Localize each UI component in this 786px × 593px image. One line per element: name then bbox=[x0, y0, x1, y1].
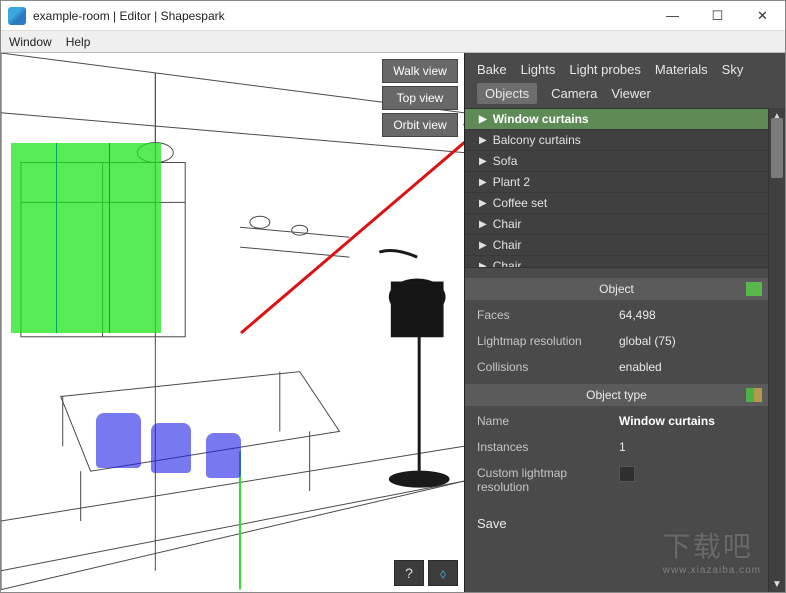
tree-item-label: Window curtains bbox=[493, 112, 589, 126]
section-object-header: Object bbox=[465, 278, 768, 300]
tree-item[interactable]: ▶ Chair bbox=[465, 235, 768, 256]
checkbox-icon[interactable] bbox=[619, 466, 635, 482]
cube-icon[interactable]: ⬨ bbox=[428, 560, 458, 586]
scene-chair bbox=[206, 433, 241, 478]
help-icon[interactable]: ? bbox=[394, 560, 424, 586]
close-button[interactable]: ✕ bbox=[740, 1, 785, 31]
orbit-view-button[interactable]: Orbit view bbox=[382, 113, 458, 137]
caret-icon: ▶ bbox=[479, 114, 487, 125]
menu-window[interactable]: Window bbox=[9, 35, 52, 49]
tab-sky[interactable]: Sky bbox=[722, 62, 744, 77]
window-title: example-room | Editor | Shapespark bbox=[33, 9, 650, 23]
tab-lights[interactable]: Lights bbox=[521, 62, 556, 77]
tree-item[interactable]: ▶ Chair bbox=[465, 256, 768, 268]
lightmap-label: Lightmap resolution bbox=[477, 334, 619, 348]
top-view-button[interactable]: Top view bbox=[382, 86, 458, 110]
save-button[interactable]: Save bbox=[477, 516, 507, 531]
tabs-row-2: Objects Camera Viewer bbox=[465, 81, 785, 108]
section-type-header: Object type bbox=[465, 384, 768, 406]
tree-item-label: Plant 2 bbox=[493, 175, 530, 189]
custom-lightmap-label: Custom lightmap resolution bbox=[477, 466, 619, 494]
walk-view-button[interactable]: Walk view bbox=[382, 59, 458, 83]
lightmap-value[interactable]: global (75) bbox=[619, 334, 761, 348]
tab-materials[interactable]: Materials bbox=[655, 62, 708, 77]
caret-icon: ▶ bbox=[479, 177, 487, 188]
tree-item-selected[interactable]: ▶ Window curtains bbox=[465, 109, 768, 130]
instances-value: 1 bbox=[619, 440, 761, 454]
minimize-button[interactable]: — bbox=[650, 1, 695, 31]
tree-item-label: Chair bbox=[493, 217, 522, 231]
tree-item-label: Chair bbox=[493, 259, 522, 268]
scrollbar[interactable]: ▲ ▼ bbox=[768, 108, 785, 592]
app-icon bbox=[8, 7, 26, 25]
scene-chair bbox=[96, 413, 141, 468]
faces-value: 64,498 bbox=[619, 308, 761, 322]
panel-body: ▶ Window curtains ▶ Balcony curtains ▶ Sofa… bbox=[465, 108, 785, 592]
name-value[interactable]: Window curtains bbox=[619, 414, 761, 428]
type-color-swatch[interactable] bbox=[746, 388, 762, 402]
custom-lightmap-checkbox[interactable] bbox=[619, 466, 761, 494]
object-properties: Faces 64,498 Lightmap resolution global … bbox=[477, 308, 761, 374]
viewport-bottom-buttons: ? ⬨ bbox=[394, 560, 458, 586]
caret-icon: ▶ bbox=[479, 219, 487, 230]
tab-bake[interactable]: Bake bbox=[477, 62, 507, 77]
titlebar: example-room | Editor | Shapespark — ☐ ✕ bbox=[1, 1, 785, 31]
tree-item[interactable]: ▶ Balcony curtains bbox=[465, 130, 768, 151]
caret-icon: ▶ bbox=[479, 135, 487, 146]
tabs-row-1: Bake Lights Light probes Materials Sky bbox=[465, 53, 785, 81]
caret-icon: ▶ bbox=[479, 156, 487, 167]
object-tree[interactable]: ▶ Window curtains ▶ Balcony curtains ▶ Sofa… bbox=[465, 108, 768, 268]
viewport-3d[interactable]: Walk view Top view Orbit view ? ⬨ bbox=[1, 53, 465, 592]
scroll-thumb[interactable] bbox=[771, 118, 783, 178]
tree-item-label: Chair bbox=[493, 238, 522, 252]
object-color-swatch[interactable] bbox=[746, 282, 762, 296]
view-buttons: Walk view Top view Orbit view bbox=[382, 59, 458, 137]
tree-item-label: Coffee set bbox=[493, 196, 547, 210]
name-label: Name bbox=[477, 414, 619, 428]
main-area: Walk view Top view Orbit view ? ⬨ Bake L… bbox=[1, 53, 785, 592]
section-type-label: Object type bbox=[586, 388, 647, 402]
menubar: Window Help bbox=[1, 31, 785, 53]
tab-light-probes[interactable]: Light probes bbox=[569, 62, 641, 77]
highlighted-object-curtains bbox=[11, 143, 161, 333]
section-object-label: Object bbox=[599, 282, 634, 296]
caret-icon: ▶ bbox=[479, 261, 487, 269]
tab-viewer[interactable]: Viewer bbox=[611, 86, 651, 101]
tree-item[interactable]: ▶ Sofa bbox=[465, 151, 768, 172]
tab-camera[interactable]: Camera bbox=[551, 86, 597, 101]
instances-label: Instances bbox=[477, 440, 619, 454]
tree-item-label: Balcony curtains bbox=[493, 133, 581, 147]
caret-icon: ▶ bbox=[479, 240, 487, 251]
tree-item[interactable]: ▶ Chair bbox=[465, 214, 768, 235]
caret-icon: ▶ bbox=[479, 198, 487, 209]
tab-objects[interactable]: Objects bbox=[477, 83, 537, 104]
type-properties: Name Window curtains Instances 1 Custom … bbox=[477, 414, 761, 494]
scene-chair bbox=[151, 423, 191, 473]
collisions-label: Collisions bbox=[477, 360, 619, 374]
tree-item-label: Sofa bbox=[493, 154, 518, 168]
save-bar: Save bbox=[465, 508, 768, 539]
faces-label: Faces bbox=[477, 308, 619, 322]
maximize-button[interactable]: ☐ bbox=[695, 1, 740, 31]
tree-item[interactable]: ▶ Coffee set bbox=[465, 193, 768, 214]
scroll-down-icon[interactable]: ▼ bbox=[769, 576, 785, 592]
menu-help[interactable]: Help bbox=[66, 35, 91, 49]
tree-item[interactable]: ▶ Plant 2 bbox=[465, 172, 768, 193]
collisions-value[interactable]: enabled bbox=[619, 360, 761, 374]
inspector-panel: Bake Lights Light probes Materials Sky O… bbox=[465, 53, 785, 592]
